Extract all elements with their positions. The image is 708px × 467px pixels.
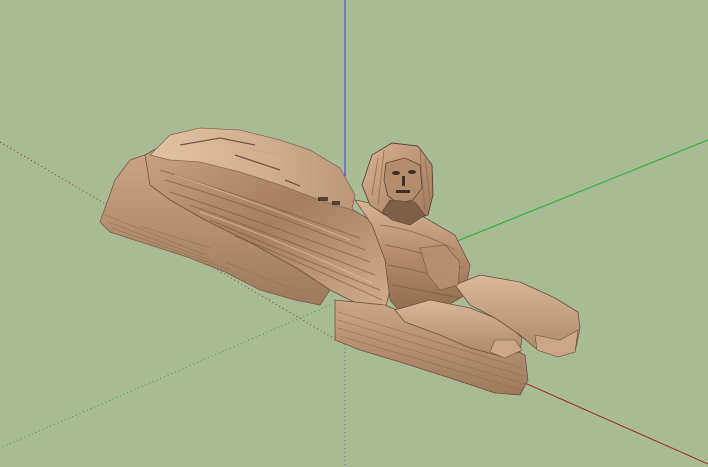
green-axis-negative (0, 304, 331, 449)
3d-viewport[interactable] (0, 0, 708, 467)
sphinx-model[interactable] (99, 127, 581, 396)
green-axis-positive (429, 139, 708, 253)
scene-canvas[interactable] (0, 0, 708, 467)
red-axis-positive (499, 371, 708, 465)
